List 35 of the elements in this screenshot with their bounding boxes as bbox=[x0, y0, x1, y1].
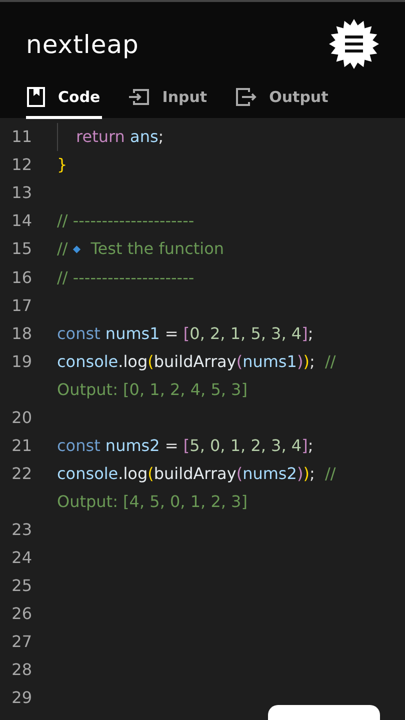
line-number: 28 bbox=[10, 659, 32, 681]
code-line: // --------------------- bbox=[57, 267, 196, 289]
line-number: 22 bbox=[10, 463, 32, 485]
menu-icon[interactable] bbox=[329, 19, 379, 69]
line-number: 21 bbox=[10, 435, 32, 457]
line-number: 20 bbox=[10, 407, 32, 429]
line-number: 12 bbox=[10, 154, 32, 176]
line-number: 24 bbox=[10, 547, 32, 569]
line-number: 27 bbox=[10, 631, 32, 653]
logo: nextleap bbox=[26, 30, 139, 58]
tab[interactable]: Input bbox=[128, 86, 210, 119]
line-number: 14 bbox=[10, 210, 32, 232]
tab[interactable]: Code bbox=[26, 86, 102, 119]
line-number: 13 bbox=[10, 182, 32, 204]
line-number: 23 bbox=[10, 519, 32, 541]
code-line: console.log(buildArray(nums1)); // Output: [0, 1, 2, 4, 5, 3] bbox=[57, 351, 337, 401]
line-number: 19 bbox=[10, 351, 32, 373]
code-line: const nums1 = [0, 2, 1, 5, 3, 4]; bbox=[57, 323, 314, 345]
line-number: 18 bbox=[10, 323, 32, 345]
code-line: const nums2 = [5, 0, 1, 2, 3, 4]; bbox=[57, 435, 314, 457]
line-number: 29 bbox=[10, 687, 32, 709]
code-line: console.log(buildArray(nums2)); // Output: [4, 5, 0, 1, 2, 3] bbox=[57, 463, 337, 513]
line-number: 25 bbox=[10, 575, 32, 597]
line-number: 11 bbox=[10, 126, 32, 148]
code-line: return ans; bbox=[57, 123, 348, 151]
exit-arrow-icon bbox=[235, 87, 258, 107]
code-line: } bbox=[57, 154, 68, 176]
line-number: 15 bbox=[10, 238, 32, 260]
code-line: // --------------------- bbox=[57, 210, 196, 232]
line-number: 26 bbox=[10, 603, 32, 625]
book-icon bbox=[26, 86, 46, 108]
tab[interactable]: Output bbox=[235, 86, 330, 119]
line-number: 17 bbox=[10, 295, 32, 317]
line-number: 16 bbox=[10, 267, 32, 289]
enter-arrow-icon bbox=[128, 88, 150, 106]
